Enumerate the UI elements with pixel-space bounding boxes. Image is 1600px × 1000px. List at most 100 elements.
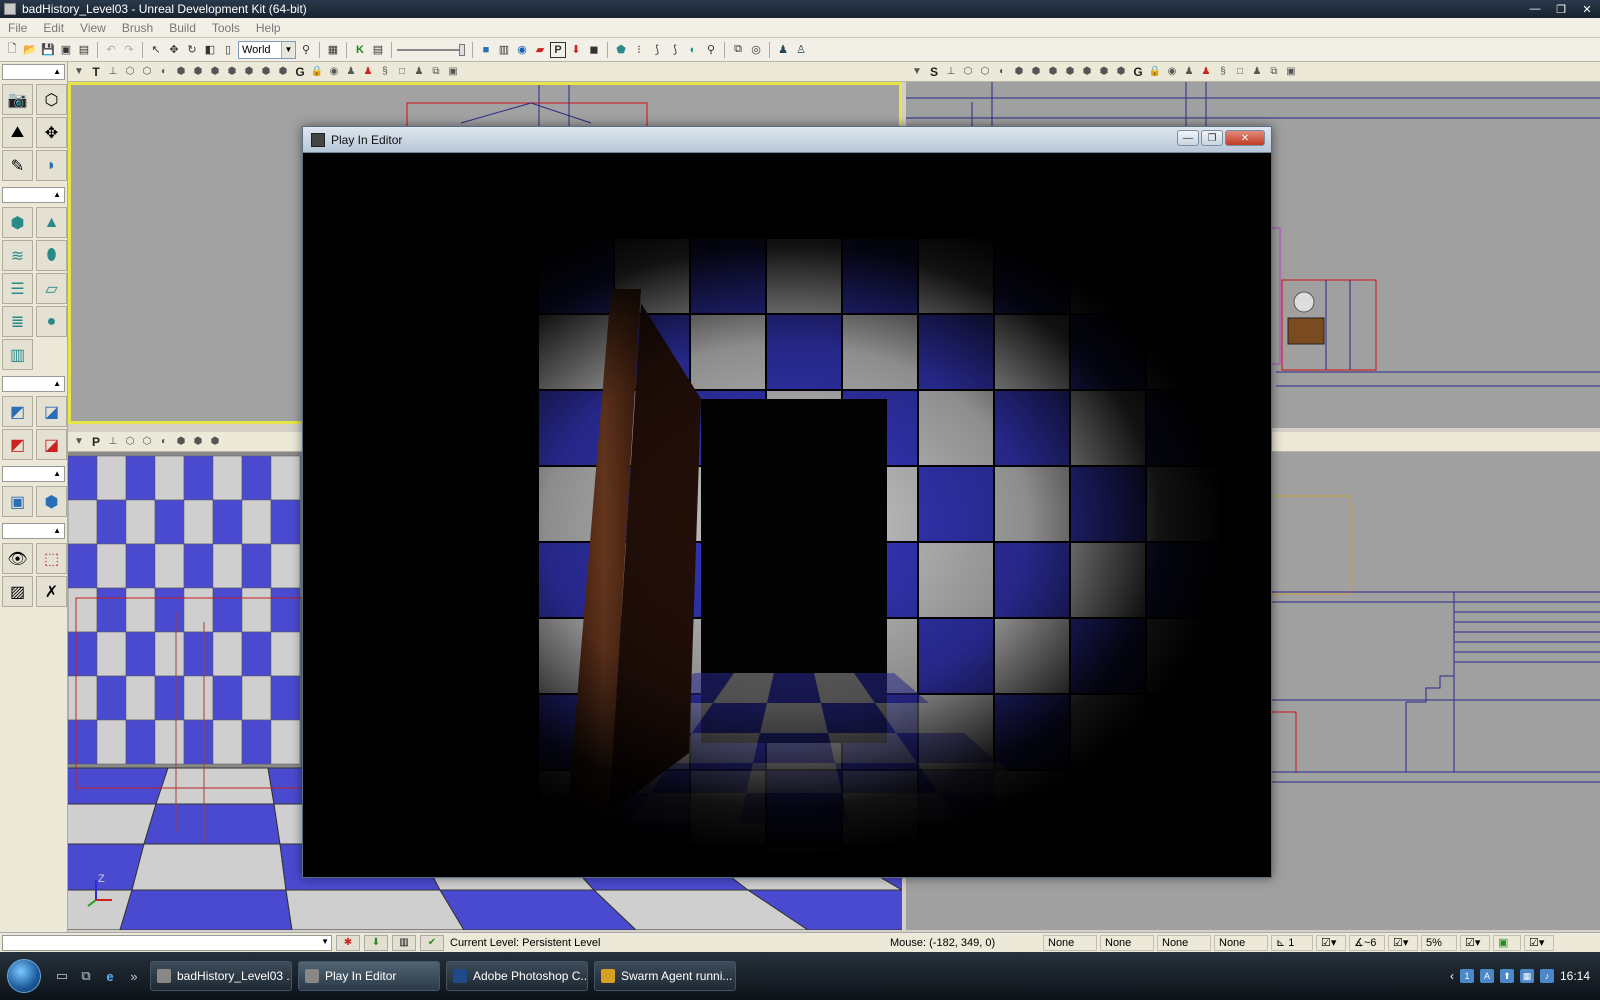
command-input[interactable]: ▼ bbox=[2, 934, 332, 951]
unlit-icon[interactable]: ◐ bbox=[157, 435, 171, 449]
build-paths-icon[interactable]: ◉ bbox=[514, 42, 530, 58]
spiral-stair-icon[interactable]: ≣ bbox=[2, 306, 33, 337]
user-icon[interactable]: ♟ bbox=[775, 42, 791, 58]
maximize-viewport-icon[interactable]: □ bbox=[395, 65, 409, 79]
lit-icon[interactable]: ⬢ bbox=[1012, 65, 1026, 79]
scale-snap-checkbox[interactable]: ☑▾ bbox=[1460, 934, 1490, 951]
pie-titlebar[interactable]: Play In Editor — ❐ ✕ bbox=[303, 127, 1271, 153]
level-browser-icon[interactable]: ▥ bbox=[392, 934, 416, 951]
build-lighting-icon[interactable]: ▥ bbox=[496, 42, 512, 58]
collapse-icon[interactable]: ▲ bbox=[53, 526, 61, 535]
detail-lighting-icon[interactable]: ⬢ bbox=[1029, 65, 1043, 79]
chevron-down-icon[interactable]: ▼ bbox=[72, 435, 86, 449]
build-geometry-icon[interactable]: ■ bbox=[478, 42, 494, 58]
lock-camera-icon[interactable]: ⊥ bbox=[106, 435, 120, 449]
taskbar-item-swarm[interactable]: Swarm Agent runni... bbox=[594, 961, 736, 991]
select-inside-icon[interactable]: ▨ bbox=[2, 576, 33, 607]
redo-icon[interactable]: ↷ bbox=[121, 42, 137, 58]
play-in-editor-window[interactable]: Play In Editor — ❐ ✕ bbox=[302, 126, 1272, 878]
minimize-button[interactable]: — bbox=[1522, 0, 1548, 18]
bsp-wire-icon[interactable]: ⬡ bbox=[140, 435, 154, 449]
udk-app-icon[interactable] bbox=[4, 3, 16, 15]
shader-complexity-icon[interactable]: ⬢ bbox=[259, 65, 273, 79]
pie-close-button[interactable]: ✕ bbox=[1225, 130, 1265, 146]
script-icon[interactable]: ▤ bbox=[370, 42, 386, 58]
unlit-icon[interactable]: ◐ bbox=[995, 65, 1009, 79]
float-viewport-icon[interactable]: ⧉ bbox=[1267, 65, 1281, 79]
tray-app-icon[interactable]: 1 bbox=[1459, 969, 1474, 983]
lock-icon[interactable]: 🔒 bbox=[1148, 65, 1162, 79]
content-browser-icon[interactable]: ⬟ bbox=[613, 42, 629, 58]
game-view-icon[interactable]: ♟ bbox=[361, 65, 375, 79]
tray-app-icon[interactable]: A bbox=[1479, 969, 1494, 983]
collapse-icon[interactable]: ▲ bbox=[53, 379, 61, 388]
wireframe-icon[interactable]: ⬡ bbox=[123, 435, 137, 449]
viewport-max-icon[interactable]: ▣ bbox=[446, 65, 460, 79]
user-pin-icon[interactable]: ♙ bbox=[793, 42, 809, 58]
rotation-snap-checkbox[interactable]: ☑▾ bbox=[1388, 934, 1418, 951]
levels-icon[interactable]: ◐ bbox=[685, 42, 701, 58]
binoculars-icon[interactable]: ⚲ bbox=[298, 42, 314, 58]
autosave-icon[interactable]: ▣ bbox=[1493, 934, 1521, 951]
snap-icon[interactable]: ⬇ bbox=[364, 934, 388, 951]
csg-add-icon[interactable]: ◩ bbox=[2, 396, 33, 427]
visibility-header[interactable]: ▲ bbox=[2, 523, 65, 539]
csg-intersect-icon[interactable]: ◩ bbox=[2, 429, 33, 460]
wireframe-icon[interactable]: ⬡ bbox=[123, 65, 137, 79]
collapse-icon[interactable]: ▲ bbox=[53, 469, 61, 478]
detail-lighting-icon[interactable]: ⬢ bbox=[191, 435, 205, 449]
csg-subtract-icon[interactable]: ◪ bbox=[36, 396, 67, 427]
kismet-icon[interactable]: K bbox=[352, 42, 368, 58]
show-selected-icon[interactable]: 👁 bbox=[2, 543, 33, 574]
open-file-icon[interactable]: 📂 bbox=[22, 42, 38, 58]
pie-app-icon[interactable] bbox=[311, 132, 325, 147]
detail-lighting-icon[interactable]: ⬢ bbox=[191, 65, 205, 79]
cube-brush-icon[interactable]: ⬢ bbox=[2, 207, 33, 238]
save-current-icon[interactable]: ▤ bbox=[76, 42, 92, 58]
lighting-only-icon[interactable]: ⬢ bbox=[1046, 65, 1060, 79]
rotate-widget-icon[interactable]: ↻ bbox=[184, 42, 200, 58]
actor-icon[interactable]: ♟ bbox=[1182, 65, 1196, 79]
pie-game-view[interactable] bbox=[309, 153, 1265, 871]
actor-icon[interactable]: ♟ bbox=[344, 65, 358, 79]
show-desktop-icon[interactable]: ▭ bbox=[52, 966, 72, 986]
viewport-max-icon[interactable]: ▣ bbox=[1284, 65, 1298, 79]
menu-edit[interactable]: Edit bbox=[35, 21, 72, 35]
coordinate-system-select[interactable]: World ▼ bbox=[238, 40, 296, 59]
eye-icon[interactable]: ◉ bbox=[1165, 65, 1179, 79]
curved-stair-icon[interactable]: ≋ bbox=[2, 240, 33, 271]
csg-deintersect-icon[interactable]: ◪ bbox=[36, 429, 67, 460]
level-check-icon[interactable]: ✔ bbox=[420, 934, 444, 951]
drag-grid-slider[interactable] bbox=[397, 43, 467, 57]
network-icon[interactable]: ▦ bbox=[1519, 969, 1534, 983]
chevron-down-icon[interactable]: ▼ bbox=[321, 937, 329, 946]
volume-icon[interactable]: ♪ bbox=[1539, 969, 1554, 983]
quicklaunch-overflow-icon[interactable]: » bbox=[124, 966, 144, 986]
taskbar-item-photoshop[interactable]: Adobe Photoshop C... bbox=[446, 961, 588, 991]
sheet-brush-icon[interactable]: ▱ bbox=[36, 273, 67, 304]
terrain-mode-icon[interactable]: ⛰ bbox=[2, 117, 33, 148]
shader-complexity-icon[interactable]: ⬢ bbox=[1097, 65, 1111, 79]
actor-classes-icon[interactable]: ⟆ bbox=[649, 42, 665, 58]
chevron-down-icon[interactable]: ▼ bbox=[910, 65, 924, 79]
invert-selection-icon[interactable]: ✗ bbox=[36, 576, 67, 607]
save-icon[interactable]: 💾 bbox=[40, 42, 56, 58]
build-cover-icon[interactable]: ▰ bbox=[532, 42, 548, 58]
bsp-wire-icon[interactable]: ⬡ bbox=[978, 65, 992, 79]
realtime-audio-checkbox[interactable]: ☑▾ bbox=[1524, 934, 1554, 951]
lock-icon[interactable]: 🔒 bbox=[310, 65, 324, 79]
search-icon[interactable]: ◎ bbox=[748, 42, 764, 58]
texture-align-icon[interactable]: ✎ bbox=[2, 150, 33, 181]
light-complexity-icon[interactable]: ⬢ bbox=[225, 65, 239, 79]
slider-knob[interactable] bbox=[459, 43, 465, 56]
play-here-icon[interactable]: ⬇ bbox=[568, 42, 584, 58]
light-complexity-icon[interactable]: ⬢ bbox=[1063, 65, 1077, 79]
lock-camera-icon[interactable]: ⊥ bbox=[944, 65, 958, 79]
menu-brush[interactable]: Brush bbox=[114, 21, 161, 35]
move-mode-icon[interactable]: ✥ bbox=[36, 117, 67, 148]
lit-icon[interactable]: ⬢ bbox=[174, 435, 188, 449]
save-all-icon[interactable]: ▣ bbox=[58, 42, 74, 58]
lighting-only-icon[interactable]: ⬢ bbox=[208, 65, 222, 79]
menu-tools[interactable]: Tools bbox=[204, 21, 248, 35]
bsp-wire-icon[interactable]: ⬡ bbox=[140, 65, 154, 79]
